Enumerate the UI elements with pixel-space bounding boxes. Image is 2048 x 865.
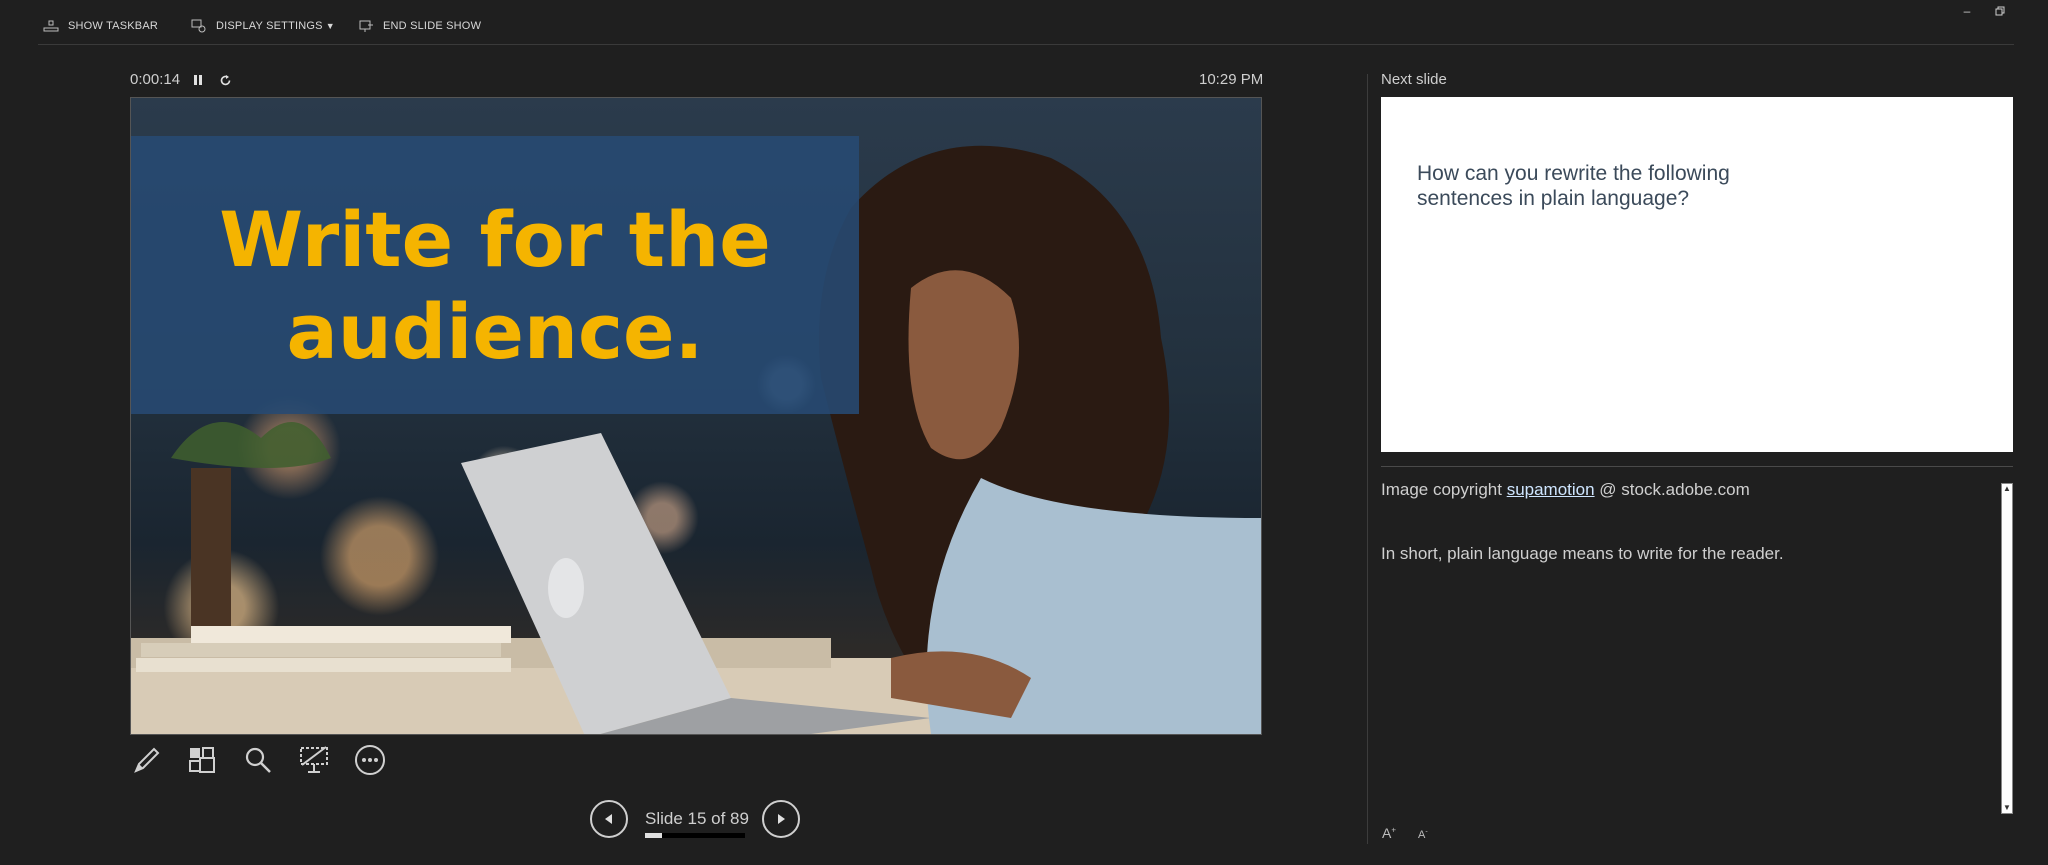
copyright-suffix: @ stock.adobe.com [1594, 480, 1750, 499]
next-arrow-icon [778, 814, 785, 824]
pen-tool-button[interactable] [129, 742, 165, 778]
notes-line: In short, plain language means to write … [1381, 544, 1784, 563]
scroll-up-icon[interactable]: ▲ [2002, 484, 2012, 494]
pen-icon [134, 747, 160, 773]
display-settings-icon [190, 18, 208, 34]
show-taskbar-button[interactable]: SHOW TASKBAR [42, 16, 158, 36]
display-settings-label: DISPLAY SETTINGS [216, 20, 323, 32]
slide-progress-bar [645, 833, 745, 838]
current-time: 10:29 PM [1199, 71, 1264, 88]
presenter-toolbar: SHOW TASKBAR DISPLAY SETTINGS ▼ END SLID… [0, 0, 2048, 44]
pause-icon [194, 75, 202, 85]
display-settings-button[interactable]: DISPLAY SETTINGS ▼ [190, 16, 335, 36]
slide-counter[interactable]: Slide 15 of 89 [645, 809, 749, 829]
show-taskbar-label: SHOW TASKBAR [68, 20, 159, 32]
zoom-button[interactable] [240, 742, 276, 778]
more-options-icon [355, 745, 385, 775]
supamotion-link[interactable]: supamotion [1507, 480, 1595, 499]
decrease-font-icon: A- [1418, 828, 1428, 841]
taskbar-icon [42, 18, 60, 34]
pane-divider[interactable] [1367, 74, 1368, 844]
pause-timer-button[interactable] [189, 71, 207, 89]
toolbar-divider [38, 44, 2014, 45]
restore-icon [1995, 6, 2005, 16]
next-slide-preview[interactable]: How can you rewrite the following senten… [1381, 97, 2013, 452]
end-slide-show-label: END SLIDE SHOW [383, 20, 482, 32]
caret-down-icon: ▼ [325, 21, 335, 31]
next-slide-label: Next slide [1381, 71, 1447, 88]
copyright-prefix: Image copyright [1381, 480, 1507, 499]
see-all-slides-button[interactable] [184, 742, 220, 778]
notes-scrollbar[interactable]: ▲ ▼ [2001, 483, 2013, 814]
speaker-notes[interactable]: Image copyright supamotion @ stock.adobe… [1381, 479, 1991, 607]
restore-button[interactable] [1988, 2, 2012, 20]
next-slide-button[interactable] [762, 800, 800, 838]
zoom-icon [245, 747, 271, 773]
elapsed-timer: 0:00:14 [130, 71, 181, 88]
minimize-button[interactable]: – [1955, 2, 1979, 20]
slide-progress-fill [645, 833, 662, 838]
restart-timer-button[interactable] [216, 71, 234, 89]
more-options-button[interactable] [352, 742, 388, 778]
restart-icon [220, 74, 230, 85]
end-show-icon [357, 18, 375, 34]
increase-font-icon: A+ [1382, 825, 1397, 841]
slide-title: Write for the audience. [219, 195, 771, 376]
scroll-down-icon[interactable]: ▼ [2002, 803, 2012, 813]
current-slide[interactable]: Write for the audience. [130, 97, 1262, 735]
end-slide-show-button[interactable]: END SLIDE SHOW [357, 16, 481, 36]
black-screen-button[interactable] [296, 742, 332, 778]
notes-copyright-line: Image copyright supamotion @ stock.adobe… [1381, 479, 1991, 501]
black-screen-icon [300, 746, 328, 773]
increase-font-button[interactable]: A+ [1382, 825, 1396, 841]
previous-slide-button[interactable] [590, 800, 628, 838]
next-slide-text: How can you rewrite the following senten… [1417, 162, 1730, 210]
notes-divider [1381, 466, 2013, 467]
previous-arrow-icon [605, 814, 612, 824]
see-all-slides-icon [189, 747, 215, 773]
decrease-font-button[interactable]: A- [1418, 828, 1428, 841]
